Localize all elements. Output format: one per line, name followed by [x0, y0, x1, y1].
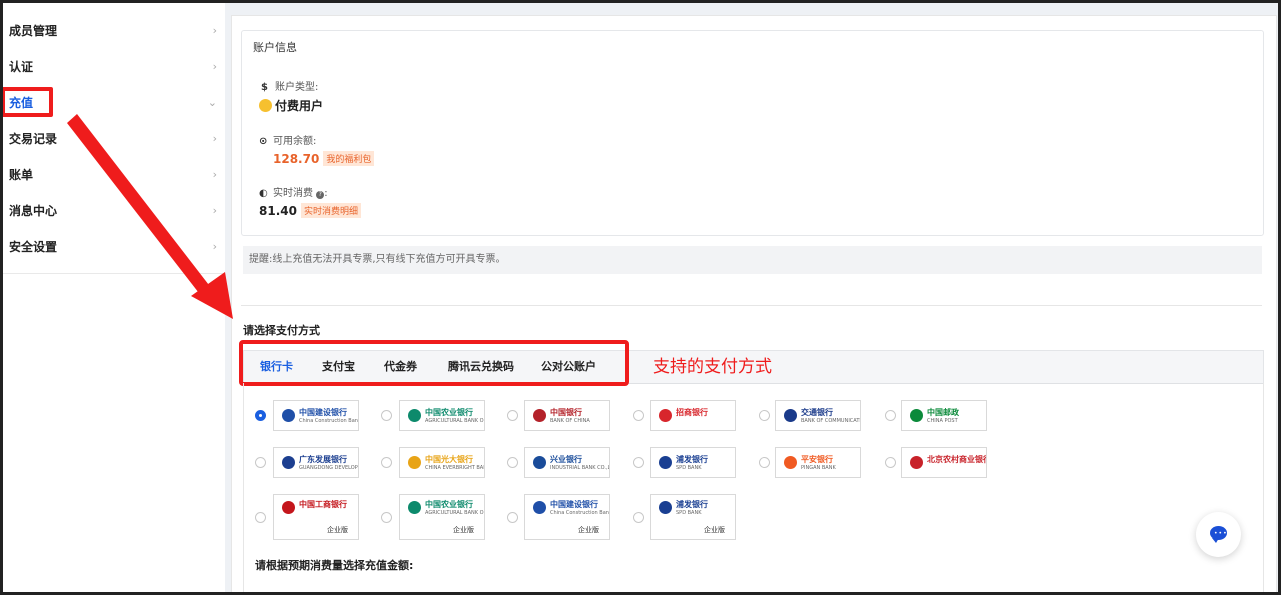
annotation-arrow: [67, 114, 233, 319]
app-frame: 成员管理 › 认证 › 充值 ⌄ 交易记录 › 账单 › 消息中心 › 安全设置 › 账户信息 $ 账户类型…: [0, 0, 1281, 595]
